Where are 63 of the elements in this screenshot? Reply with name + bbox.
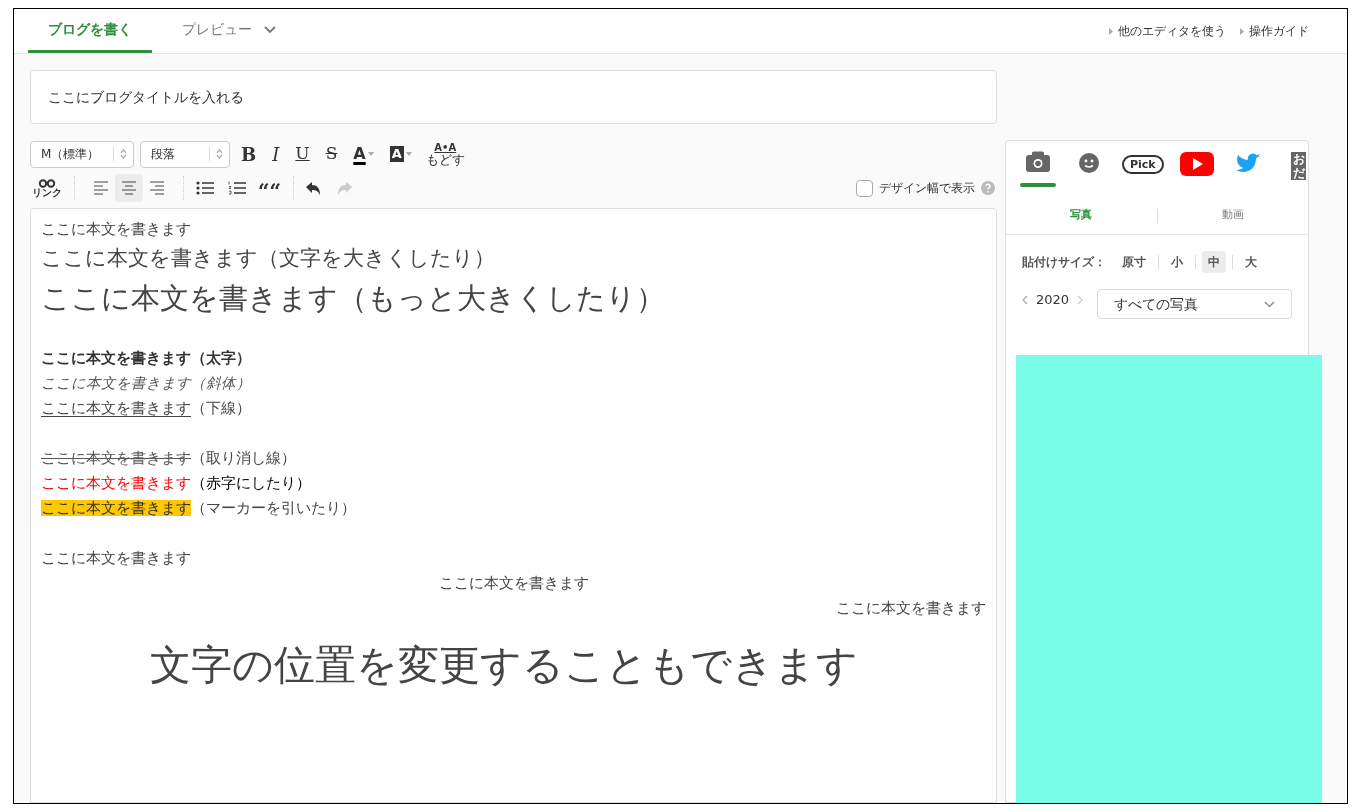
body-text: ここに本文を書きます <box>835 599 986 618</box>
size-option[interactable]: 中 <box>1202 251 1226 273</box>
format-button[interactable]: I <box>267 141 285 167</box>
body-text: ここに本文を書きます（太字） <box>41 349 252 368</box>
sub-tab[interactable]: 写真 <box>1006 207 1157 224</box>
link[interactable]: 他のエディタを使う <box>1109 22 1226 40</box>
title-field[interactable]: ここにブログタイトルを入れる <box>30 70 997 124</box>
checkbox[interactable] <box>856 179 873 197</box>
stepper-arrows-icon <box>216 148 223 160</box>
format-button[interactable]: U <box>290 141 315 167</box>
title-text: ここにブログタイトルを入れる <box>48 87 244 107</box>
body-text: ここに本文を書きます（下線） <box>41 399 252 418</box>
body-text: ここに本文を書きます（文字を大きくしたり） <box>41 245 496 272</box>
tab[interactable]: プレビュー <box>162 9 296 53</box>
media-tab[interactable]: おだ <box>1280 151 1317 197</box>
body-text: ここに本文を書きます（取り消し線） <box>41 449 297 468</box>
format-button[interactable]: A <box>384 141 417 167</box>
align-center-icon <box>121 180 137 196</box>
chevron-down-icon <box>1264 300 1275 308</box>
stepper-arrows-icon <box>120 148 127 160</box>
chevron-right-icon[interactable] <box>1077 295 1084 305</box>
year-text: 2020 <box>1036 291 1070 310</box>
help-icon <box>981 181 995 195</box>
numbered-list-icon[interactable] <box>228 181 246 195</box>
media-tab[interactable]: Pick <box>1122 151 1164 197</box>
sub-tab[interactable]: 動画 <box>1157 207 1308 224</box>
body-text: ここに本文を書きます <box>41 220 192 239</box>
quote-button[interactable]: ““ <box>258 181 281 195</box>
size-option[interactable]: 大 <box>1239 251 1263 273</box>
format-button[interactable]: S <box>320 141 343 167</box>
triangle-right-icon <box>1109 27 1113 35</box>
body-text: ここに本文を書きます <box>437 574 590 593</box>
body-text: ここに本文を書きます（赤字にしたり） <box>41 474 312 493</box>
editor-area[interactable] <box>30 208 997 803</box>
link[interactable]: 操作ガイド <box>1240 22 1309 40</box>
chevron-left-icon[interactable] <box>1022 295 1028 305</box>
size-option[interactable]: 小 <box>1165 251 1189 273</box>
reset-format-button[interactable]: A•A もどす <box>422 141 468 167</box>
checkbox-label: デザイン幅で表示 <box>879 180 975 197</box>
body-text: ここに本文を書きます（斜体） <box>41 374 252 393</box>
caret-icon <box>367 152 374 156</box>
body-text: ここに本文を書きます（もっと大きくしたり） <box>41 280 666 317</box>
chevron-down-icon <box>264 25 276 34</box>
triangle-right-icon <box>1240 27 1244 35</box>
play-icon <box>1179 151 1214 177</box>
caret-icon <box>405 152 412 156</box>
select-field[interactable]: 段落 <box>140 140 230 168</box>
size-option[interactable]: 原寸 <box>1116 251 1152 273</box>
body-text: ここに本文を書きます <box>41 549 192 568</box>
body-text: ここに本文を書きます（マーカーを引いたり） <box>41 499 357 518</box>
body-text: 文字の位置を変更することもできます <box>148 640 859 691</box>
chain-icon <box>38 179 56 188</box>
album-select[interactable]: すべての写真 <box>1097 289 1292 319</box>
select-field[interactable]: M（標準） <box>30 140 134 168</box>
bullet-list-icon[interactable] <box>196 181 214 195</box>
size-label: 貼付けサイズ： <box>1022 254 1106 271</box>
format-button[interactable]: B <box>236 141 262 167</box>
undo-button[interactable] <box>306 181 320 195</box>
align-right-icon <box>149 180 165 196</box>
format-button[interactable]: A <box>348 141 379 167</box>
align-center-button[interactable] <box>115 174 143 202</box>
link-button[interactable]: リンク <box>32 179 62 197</box>
align-left-icon <box>93 180 109 196</box>
